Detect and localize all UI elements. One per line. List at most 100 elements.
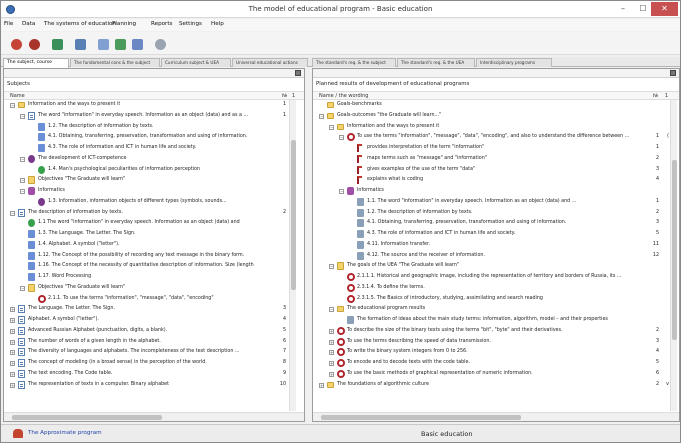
tree-row[interactable]: 4.12. The source and the receiver of inf… (313, 251, 679, 262)
expand-icon[interactable]: + (10, 350, 15, 356)
collapse-icon[interactable]: − (20, 285, 25, 291)
print-button[interactable] (128, 35, 145, 52)
tree-row[interactable]: 1.1 The word "information" in everyday s… (4, 218, 304, 229)
expand-icon[interactable]: + (10, 361, 15, 366)
tree-row[interactable]: − Informatics (4, 186, 304, 197)
column-extra[interactable]: 1 (292, 93, 295, 99)
expand-icon[interactable]: + (329, 371, 334, 377)
minimize-button[interactable]: – (613, 2, 633, 16)
collapse-icon[interactable]: − (10, 210, 15, 216)
tree-row[interactable]: + The representation of texts in a comput… (4, 380, 304, 391)
forward-button[interactable] (25, 35, 42, 52)
tree-row[interactable]: The formation of ideas about the main st… (313, 315, 679, 326)
tree-row[interactable]: − Objectives "The Graduate will learn" (4, 175, 304, 186)
tree-row[interactable]: 2.3.1.5. The Basics of introductory, stu… (313, 294, 679, 305)
tab-standards-uea[interactable]: The standard's req. & the UEA (397, 58, 475, 67)
tree-row[interactable]: Goals-benchmarks (313, 100, 679, 111)
back-button[interactable] (7, 35, 24, 52)
collapse-icon[interactable]: − (20, 156, 25, 162)
expand-icon[interactable]: + (329, 339, 334, 345)
column-extra[interactable]: 1 (665, 93, 668, 99)
menu-data[interactable]: Data (22, 21, 35, 27)
tree-row[interactable]: − The goals of the UEA "The Graduate will… (313, 261, 679, 272)
tree-row[interactable]: 1.4. Man's psychological peculiarities o… (4, 165, 304, 176)
tree-row[interactable]: − The educational program results (313, 304, 679, 315)
maximize-button[interactable]: ☐ (633, 2, 653, 16)
tree-row[interactable]: 4.11. Information transfer. 11 (313, 240, 679, 251)
expand-icon[interactable]: + (10, 382, 15, 388)
menu-file[interactable]: File (4, 21, 13, 27)
tree-row[interactable]: maps terms such as "message" and "inform… (313, 154, 679, 165)
pin-icon[interactable] (295, 70, 301, 76)
subjects-vscroll[interactable] (289, 100, 296, 411)
tree-row[interactable]: − The development of ICT-competence (4, 154, 304, 165)
tab-curriculum-subject[interactable]: Curriculum subject & UEA (161, 58, 231, 67)
collapse-icon[interactable]: − (20, 178, 25, 184)
tree-row[interactable]: 1.2. The description of information by t… (313, 208, 679, 219)
column-name[interactable]: Name (10, 93, 25, 99)
scroll-thumb[interactable] (291, 140, 296, 290)
expand-icon[interactable]: + (319, 382, 324, 388)
tree-row[interactable]: gives examples of the use of the term "d… (313, 165, 679, 176)
tree-row[interactable]: 4.3. The role of information and ICT in … (4, 143, 304, 154)
expand-icon[interactable]: + (10, 307, 15, 313)
tree-row[interactable]: explains what is coding 4 (313, 175, 679, 186)
tree-row[interactable]: − The word "information" in everyday spee… (4, 111, 304, 122)
tree-row[interactable]: + The concept of modeling (in a broad sen… (4, 358, 304, 369)
expand-icon[interactable]: + (329, 350, 334, 356)
tree-row[interactable]: + The Language. The Letter. The Sign. 3 (4, 304, 304, 315)
tab-universal-actions[interactable]: Universal educational actions (232, 58, 308, 67)
column-number[interactable]: № (653, 93, 658, 99)
document-button[interactable] (94, 35, 111, 52)
tree-row[interactable]: 1.16. The Concept of the necessity of qu… (4, 261, 304, 272)
tree-row[interactable]: + To use the terms describing the speed o… (313, 337, 679, 348)
results-hscroll[interactable] (313, 412, 679, 421)
tree-row[interactable]: − Goals-outcomes "the Graduate will learn… (313, 111, 679, 122)
results-vscroll[interactable] (670, 100, 677, 411)
tree-row[interactable]: − Objectives "The Graduate will learn" (4, 283, 304, 294)
tree-row[interactable]: − Informatics (313, 186, 679, 197)
tree-row[interactable]: 2.1.1. To use the terms "information", "… (4, 294, 304, 305)
column-number[interactable]: № (282, 93, 287, 99)
scroll-thumb[interactable] (321, 415, 521, 420)
tab-subject-course[interactable]: The subject, course (3, 58, 69, 68)
menu-systems-of-education[interactable]: The systems of education (44, 21, 116, 27)
tree-row[interactable]: − The description of information by texts… (4, 208, 304, 219)
expand-icon[interactable]: + (10, 318, 15, 323)
subjects-hscroll[interactable] (4, 412, 304, 421)
tree-row[interactable]: 2.1.1.1. Historical and geographic image… (313, 272, 679, 283)
scroll-thumb[interactable] (12, 415, 162, 420)
tree-row[interactable]: 4.1. Obtaining, transferring, preservati… (313, 218, 679, 229)
tree-row[interactable]: + The number of words of a given length i… (4, 337, 304, 348)
collapse-icon[interactable]: − (10, 103, 15, 108)
tab-fundamental-cons[interactable]: The fundamental cons & the subject (70, 58, 160, 67)
tree-row[interactable]: + To write the binary system integers fro… (313, 347, 679, 358)
pin-icon[interactable] (670, 70, 676, 76)
menu-help[interactable]: Help (211, 21, 224, 27)
export-button[interactable] (111, 35, 128, 52)
tree-row[interactable]: 2.3.1.4. To define the terms. (313, 283, 679, 294)
tree-row[interactable]: + The foundations of algorithmic culture 2… (313, 380, 679, 391)
close-button[interactable]: ✕ (651, 2, 678, 16)
collapse-icon[interactable]: − (20, 189, 25, 194)
tree-row[interactable]: − To use the terms "information", "messag… (313, 132, 679, 143)
tree-row[interactable]: + To encode and to decode texts with the … (313, 358, 679, 369)
grid-button[interactable] (71, 35, 88, 52)
expand-icon[interactable]: + (329, 328, 334, 334)
tree-row[interactable]: 4.3. The role of information and ICT in … (313, 229, 679, 240)
tree-row[interactable]: 1.2. The description of information by t… (4, 122, 304, 133)
collapse-icon[interactable]: − (329, 124, 334, 130)
collapse-icon[interactable]: − (329, 307, 334, 313)
expand-icon[interactable]: + (10, 371, 15, 377)
collapse-icon[interactable]: − (319, 113, 324, 119)
tab-interdisciplinary[interactable]: Interdisciplinary programs (476, 58, 552, 67)
status-program[interactable]: The Approximate program (28, 430, 102, 436)
tree-row[interactable]: 4.1. Obtaining, transferring, preservati… (4, 132, 304, 143)
column-wording[interactable]: Name / the wording (319, 93, 368, 99)
collapse-icon[interactable]: − (20, 113, 25, 119)
tree-row[interactable]: + The diversity of languages and alphabet… (4, 347, 304, 358)
tree-row[interactable]: + To use the basic methods of graphical r… (313, 369, 679, 380)
collapse-icon[interactable]: − (339, 135, 344, 141)
scroll-thumb[interactable] (672, 160, 677, 340)
tree-row[interactable]: + Alphabet. A symbol ("letter"). 4 (4, 315, 304, 326)
